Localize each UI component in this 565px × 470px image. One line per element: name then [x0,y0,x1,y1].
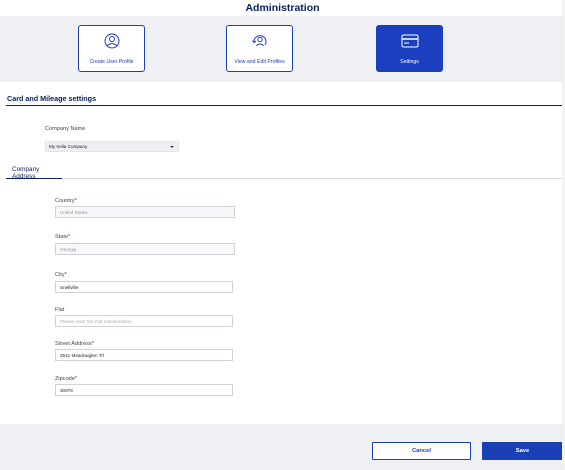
city-field[interactable]: Snellville [55,281,233,293]
section-divider [6,105,563,106]
country-value: United States [60,210,88,215]
page-title: Administration [245,2,320,14]
chevron-down-icon [170,146,174,148]
company-name-value: My Irelia Company [49,144,88,149]
cancel-button[interactable]: Cancel [372,442,471,460]
city-label: City* [55,272,67,278]
street-label-text: Street Address [55,341,92,347]
country-field[interactable]: United States [55,206,235,218]
footer-bar [0,424,565,470]
flat-field[interactable]: Please enter the Flat name/number [55,315,233,327]
tiles-bar: Create User Profile View and Edit Profil… [0,16,565,82]
zipcode-value: 30078 [60,388,73,393]
tile-label: Settings [400,59,419,65]
country-label-text: Country [55,198,75,204]
credit-card-icon [401,34,418,48]
country-label: Country* [55,198,77,204]
user-edit-icon [251,35,266,47]
tile-settings[interactable]: Settings [376,25,443,72]
user-profile-icon [104,33,119,49]
street-value: 2541 Meadowglen Trl [60,353,104,358]
required-mark: * [68,234,71,240]
street-label: Street Address* [55,341,94,347]
tile-label: View and Edit Profiles [234,59,285,65]
street-address-field[interactable]: 2541 Meadowglen Trl [55,349,233,361]
required-mark: * [74,198,77,204]
section-title: Card and Mileage settings [7,94,97,103]
tab-company-address[interactable]: Company Address [6,163,62,180]
tile-view-edit-profiles[interactable]: View and Edit Profiles [226,25,293,72]
save-button[interactable]: Save [482,442,563,460]
state-label: State* [55,234,70,240]
required-mark: * [74,376,78,382]
tile-create-user-profile[interactable]: Create User Profile [78,25,145,72]
state-value: Georgia [60,247,77,252]
required-mark: * [64,272,67,278]
required-mark: * [91,341,94,347]
city-value: Snellville [60,285,79,290]
zipcode-label-text: Zipcode [55,376,75,382]
company-name-select[interactable]: My Irelia Company [45,141,179,152]
state-label-text: State [55,234,69,240]
admin-page: Administration Create User Profile View … [0,0,565,470]
state-field[interactable]: Georgia [55,243,235,255]
tab-bar: Company Address [6,163,563,180]
flat-label: Flat [55,307,65,313]
city-label-text: City [55,272,65,278]
zipcode-label: Zipcode* [55,376,77,382]
tile-label: Create User Profile [89,59,134,65]
company-name-label: Company Name [45,126,86,132]
zipcode-field[interactable]: 30078 [55,384,233,396]
flat-placeholder: Please enter the Flat name/number [60,319,133,324]
